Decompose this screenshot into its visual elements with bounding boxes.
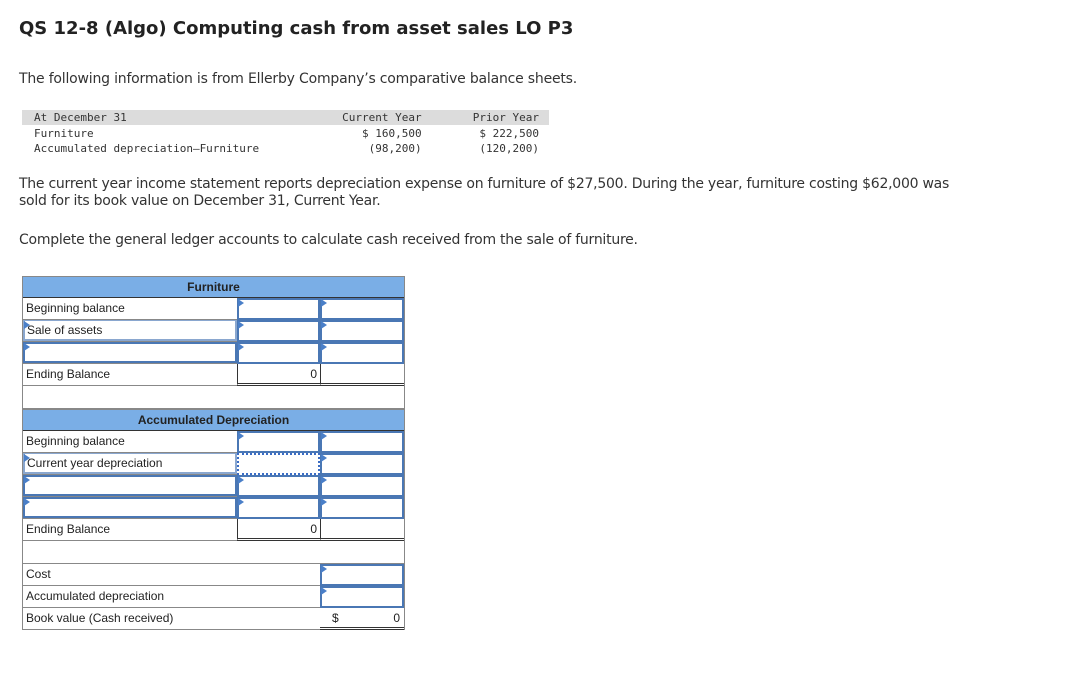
dropdown-marker-icon xyxy=(321,498,327,506)
furniture-ledger-title: Furniture xyxy=(187,280,240,294)
furniture-sale-debit-input[interactable] xyxy=(237,320,320,342)
row-label: Beginning balance xyxy=(23,298,237,320)
furniture-ending-credit xyxy=(320,364,404,386)
balance-sheet-row: Furniture $ 160,500 $ 222,500 xyxy=(22,126,549,142)
dropdown-marker-icon xyxy=(238,432,244,440)
book-value-amount: 0 xyxy=(393,611,400,625)
row-label: Sale of assets xyxy=(27,323,103,337)
dropdown-marker-icon xyxy=(321,321,327,329)
currency-symbol: $ xyxy=(332,611,339,625)
furniture-sale-label-select[interactable]: Sale of assets xyxy=(23,320,237,341)
row-label: Book value (Cash received) xyxy=(23,608,320,630)
cost-input[interactable] xyxy=(320,564,404,586)
accum-dep-current-debit-input[interactable] xyxy=(237,453,320,475)
dropdown-marker-icon xyxy=(238,299,244,307)
accumulated-depreciation-input[interactable] xyxy=(320,586,404,608)
accum-dep-ending-value: 0 xyxy=(237,519,320,541)
dropdown-marker-icon xyxy=(321,565,327,573)
furniture-ledger-header: Furniture xyxy=(23,276,404,298)
accum-dep-ledger-header: Accumulated Depreciation xyxy=(23,409,404,431)
accum-dep-current-label-select[interactable]: Current year depreciation xyxy=(23,453,237,474)
intro-text: The following information is from Ellerb… xyxy=(19,71,578,87)
dropdown-marker-icon xyxy=(24,476,30,484)
dropdown-marker-icon xyxy=(321,343,327,351)
row-current: $ 160,500 xyxy=(362,127,422,140)
problem-description: The current year income statement report… xyxy=(19,176,950,209)
accum-dep-row-ending: Ending Balance 0 xyxy=(23,519,404,541)
dropdown-marker-icon xyxy=(321,299,327,307)
header-prior-year: Prior Year xyxy=(435,110,549,126)
accum-dep-current-credit-input[interactable] xyxy=(320,453,404,475)
row-label: Ending Balance xyxy=(23,364,237,386)
row-prior: (120,200) xyxy=(479,142,539,155)
furniture-row-sale: Sale of assets xyxy=(23,320,404,342)
dropdown-marker-icon xyxy=(321,432,327,440)
accum-dep-beginning-credit-input[interactable] xyxy=(320,431,404,453)
ledger-worksheet: Furniture Beginning balance Sale of asse… xyxy=(22,276,405,630)
accum-dep-extra1-label-select[interactable] xyxy=(23,475,237,496)
row-label: Accumulated depreciation xyxy=(23,586,320,608)
furniture-row-ending: Ending Balance 0 xyxy=(23,364,404,386)
page-title: QS 12-8 (Algo) Computing cash from asset… xyxy=(19,18,574,39)
dropdown-marker-icon xyxy=(238,343,244,351)
accum-dep-extra1-debit-input[interactable] xyxy=(237,475,320,497)
balance-sheet-table: At December 31 Current Year Prior Year F… xyxy=(22,110,549,156)
balance-sheet-row: Accumulated depreciation—Furniture (98,2… xyxy=(22,141,549,156)
dropdown-marker-icon xyxy=(238,498,244,506)
furniture-beginning-debit-input[interactable] xyxy=(237,298,320,320)
instructions: Complete the general ledger accounts to … xyxy=(19,232,638,248)
row-current: (98,200) xyxy=(368,142,422,155)
dropdown-marker-icon xyxy=(24,454,30,462)
dropdown-marker-icon xyxy=(24,343,30,351)
furniture-row-beginning: Beginning balance xyxy=(23,298,404,320)
furniture-extra-debit-input[interactable] xyxy=(237,342,320,364)
dropdown-marker-icon xyxy=(321,587,327,595)
spacer-row xyxy=(23,541,404,564)
dropdown-marker-icon xyxy=(238,321,244,329)
row-label: Ending Balance xyxy=(23,519,237,541)
furniture-beginning-credit-input[interactable] xyxy=(320,298,404,320)
accum-dep-beginning-debit-input[interactable] xyxy=(237,431,320,453)
header-at-december: At December 31 xyxy=(22,110,300,126)
accum-dep-extra1-credit-input[interactable] xyxy=(320,475,404,497)
furniture-extra-credit-input[interactable] xyxy=(320,342,404,364)
dropdown-marker-icon xyxy=(238,476,244,484)
book-value-total: $ 0 xyxy=(320,608,404,630)
accum-dep-extra2-label-select[interactable] xyxy=(23,497,237,518)
accum-dep-extra2-credit-input[interactable] xyxy=(320,497,404,519)
dropdown-marker-icon xyxy=(321,454,327,462)
book-value-row-accum-dep: Accumulated depreciation xyxy=(23,586,404,608)
accum-dep-ledger-title: Accumulated Depreciation xyxy=(137,413,290,427)
accum-dep-extra2-debit-input[interactable] xyxy=(237,497,320,519)
accum-dep-row-extra-1 xyxy=(23,475,404,497)
row-label: Current year depreciation xyxy=(27,456,163,470)
dropdown-marker-icon xyxy=(321,476,327,484)
row-label: Beginning balance xyxy=(23,431,237,453)
furniture-row-extra xyxy=(23,342,404,364)
balance-sheet-header-row: At December 31 Current Year Prior Year xyxy=(22,110,549,126)
accum-dep-row-beginning: Beginning balance xyxy=(23,431,404,453)
furniture-sale-credit-input[interactable] xyxy=(320,320,404,342)
row-label: Furniture xyxy=(34,127,94,140)
furniture-extra-label-select[interactable] xyxy=(23,342,237,363)
spacer-row xyxy=(23,386,404,409)
header-current-year: Current Year xyxy=(299,110,436,126)
row-label: Cost xyxy=(23,564,320,586)
book-value-row-total: Book value (Cash received) $ 0 xyxy=(23,608,404,630)
dropdown-marker-icon xyxy=(24,498,30,506)
accum-dep-ending-credit xyxy=(320,519,404,541)
book-value-row-cost: Cost xyxy=(23,564,404,586)
accum-dep-row-extra-2 xyxy=(23,497,404,519)
furniture-ending-value: 0 xyxy=(237,364,320,386)
row-label: Accumulated depreciation—Furniture xyxy=(34,142,260,155)
row-prior: $ 222,500 xyxy=(479,127,539,140)
dropdown-marker-icon xyxy=(24,321,30,329)
accum-dep-row-current: Current year depreciation xyxy=(23,453,404,475)
